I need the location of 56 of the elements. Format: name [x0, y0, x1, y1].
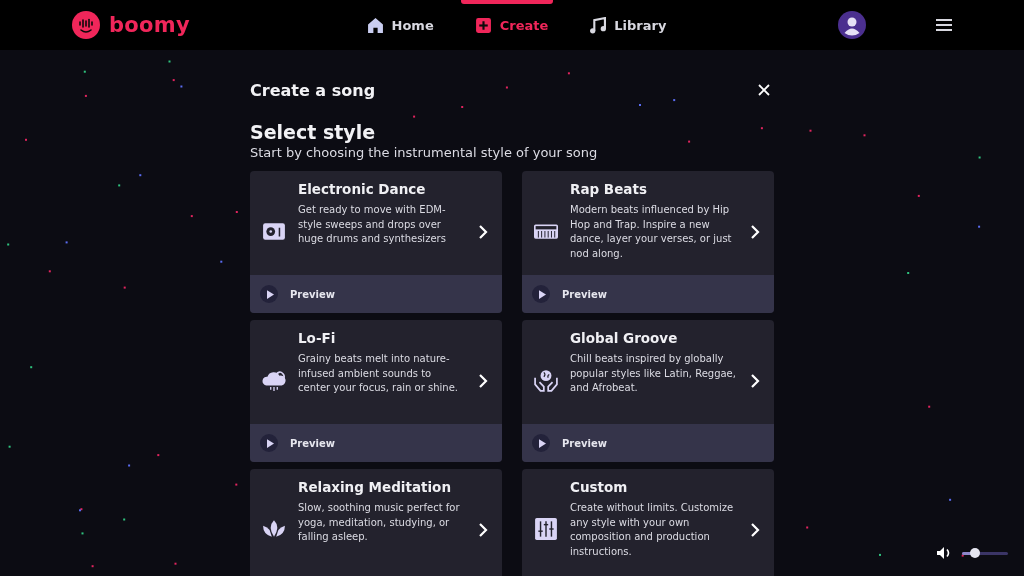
logo-text[interactable]: boomy	[109, 13, 190, 37]
chevron-right-icon	[478, 224, 488, 240]
style-name: Rap Beats	[570, 180, 648, 198]
close-icon[interactable]	[758, 84, 770, 96]
style-card[interactable]: Custom Create without limits. Customize any style with your own composition and production instructions.	[522, 469, 774, 576]
volume-slider[interactable]	[962, 551, 1008, 555]
plus-square-icon	[474, 16, 492, 34]
nav-tab[interactable]: Library	[575, 0, 672, 50]
section-subtitle: Start by choosing the instrumental style of your song	[250, 145, 599, 160]
menu-icon[interactable]	[936, 19, 952, 31]
nav-tab[interactable]: Create	[460, 0, 554, 50]
preview-label[interactable]: Preview	[290, 437, 335, 449]
style-card[interactable]: Lo-Fi Grainy beats melt into nature-infused ambient sounds to center your focus, rain or shine. Preview	[250, 320, 502, 462]
style-description: Slow, soothing music perfect for yoga, meditation, studying, or falling asleep.	[298, 501, 461, 544]
chevron-right-icon	[478, 373, 488, 389]
chevron-right-icon	[750, 522, 760, 538]
style-card[interactable]: Relaxing Meditation Slow, soothing music perfect for yoga, meditation, studying, or falling asleep.	[250, 469, 502, 576]
play-button[interactable]	[260, 434, 278, 452]
speaker-icon[interactable]	[936, 546, 952, 560]
play-icon	[266, 438, 274, 448]
play-icon	[538, 289, 546, 299]
style-description: Modern beats influenced by Hip Hop and Trap. Inspire a new dance, layer your verses, or just nod along.	[570, 203, 733, 261]
style-description: Chill beats inspired by globally popular styles like Latin, Reggae, and Afrobeat.	[570, 352, 736, 395]
globe-hands-icon	[534, 368, 558, 392]
play-icon	[538, 438, 546, 448]
play-button[interactable]	[260, 285, 278, 303]
home-icon	[366, 16, 384, 34]
style-description: Create without limits. Customize any style with your own composition and production instructions.	[570, 501, 735, 559]
play-icon	[266, 289, 274, 299]
style-name: Lo-Fi	[298, 329, 337, 347]
nav-tab[interactable]: Home	[352, 0, 439, 50]
style-name: Relaxing Meditation	[298, 478, 452, 496]
chevron-right-icon	[750, 224, 760, 240]
cloud-icon	[262, 368, 286, 392]
style-card[interactable]: Global Groove Chill beats inspired by globally popular styles like Latin, Reggae, and Afrobeat. Preview	[522, 320, 774, 462]
sliders-icon	[534, 517, 558, 541]
music-note-icon	[589, 16, 607, 34]
style-card[interactable]: Electronic Dance Get ready to move with EDM-style sweeps and drops over huge drums and synthesizers Preview	[250, 171, 502, 313]
style-description: Grainy beats melt into nature-infused ambient sounds to center your focus, rain or shine.	[298, 352, 459, 395]
volume-thumb[interactable]	[969, 547, 980, 558]
style-name: Electronic Dance	[298, 180, 427, 198]
play-button[interactable]	[532, 434, 550, 452]
dialog-title: Create a song	[250, 80, 376, 100]
avatar-icon[interactable]	[838, 11, 866, 39]
style-name: Global Groove	[570, 329, 679, 347]
style-name: Custom	[570, 478, 629, 496]
play-button[interactable]	[532, 285, 550, 303]
style-description: Get ready to move with EDM-style sweeps and drops over huge drums and synthesizers	[298, 203, 447, 246]
chevron-right-icon	[750, 373, 760, 389]
logo-icon	[72, 11, 100, 39]
style-card[interactable]: Rap Beats Modern beats influenced by Hip Hop and Trap. Inspire a new dance, layer your verses, or just nod along. Preview	[522, 171, 774, 313]
preview-label[interactable]: Preview	[562, 288, 607, 300]
chevron-right-icon	[478, 522, 488, 538]
preview-label[interactable]: Preview	[562, 437, 607, 449]
section-heading: Select style	[250, 121, 377, 143]
preview-label[interactable]: Preview	[290, 288, 335, 300]
